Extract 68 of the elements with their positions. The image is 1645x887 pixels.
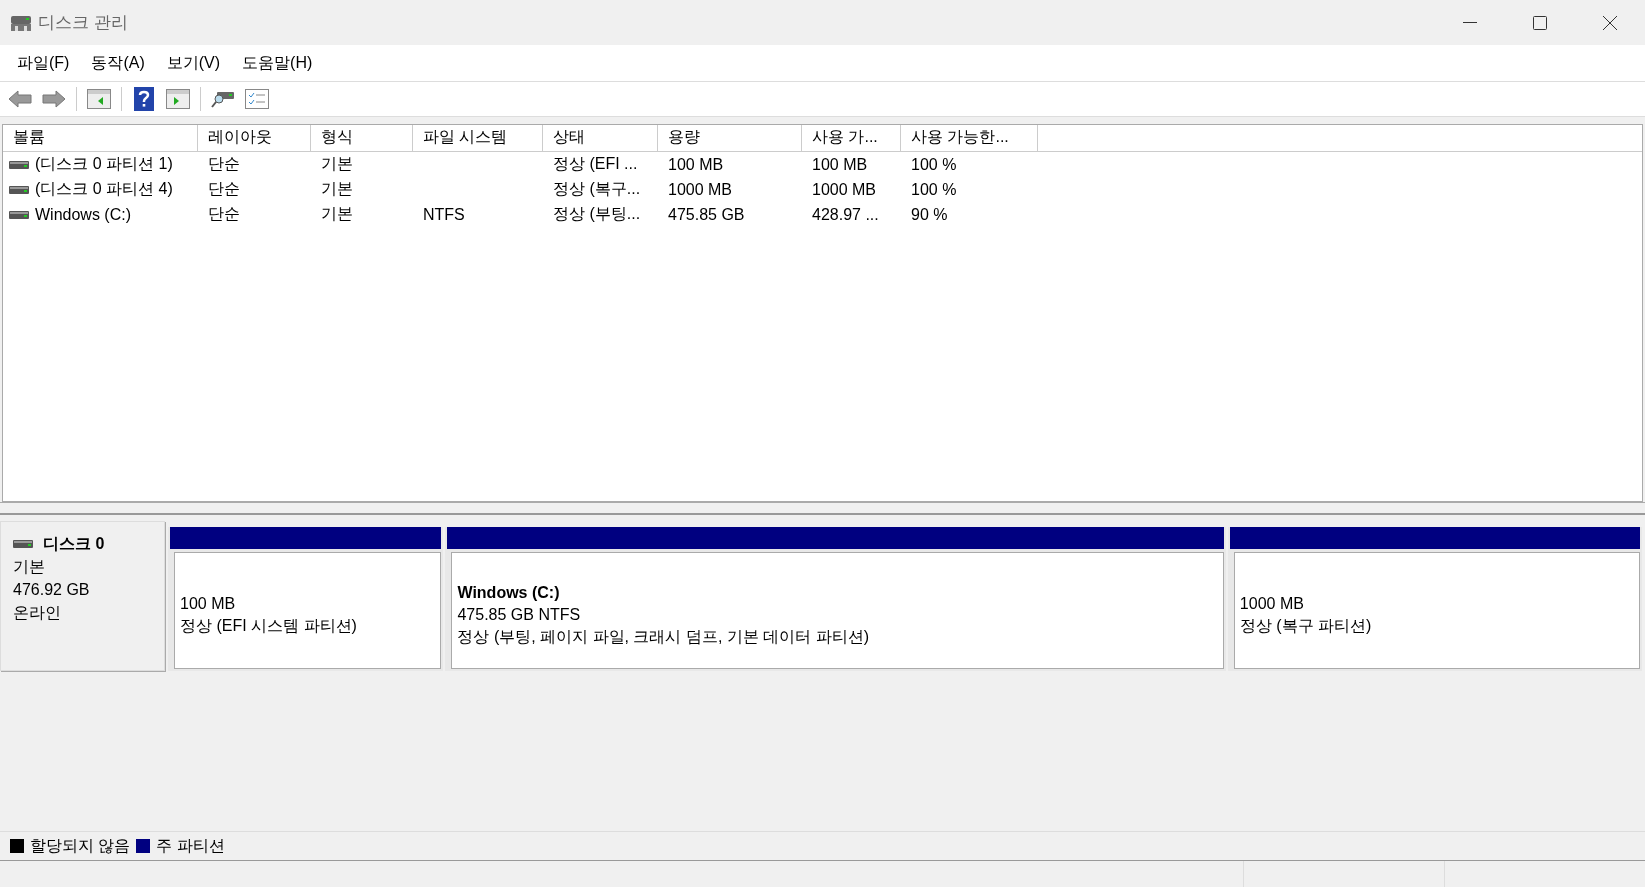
panel-icon [166,89,190,109]
left-arrow-icon [8,90,32,108]
partition-block[interactable]: 1000 MB 정상 (복구 파티션) [1233,552,1640,669]
table-cell-text: (디스크 0 파티션 4) [35,179,173,199]
right-arrow-icon [42,90,66,108]
column-header[interactable]: 상태 [543,125,658,151]
partition-size: 1000 MB [1239,593,1305,614]
disk-label-panel[interactable]: 디스크 0 기본 476.92 GB 온라인 [0,521,165,671]
table-cell-text: 기본 [321,154,353,174]
partition-title: Windows (C:) [457,582,561,603]
table-cell-text: 기본 [321,204,353,224]
drive-icon [9,159,29,170]
drive-magnifier-icon [211,89,235,109]
table-cell: 1000 MB [812,180,877,199]
table-cell-text: 단순 [208,204,240,224]
partition-status: 정상 (복구 파티션) [1239,615,1373,636]
menu-item[interactable]: 보기(V) [155,52,232,74]
disk-name: 디스크 0 [43,534,105,554]
disk-type: 기본 [13,557,46,577]
table-cell: 100 MB [812,155,868,174]
menu-item[interactable]: 동작(A) [80,52,156,74]
minimize-icon [1463,21,1477,24]
table-cell: 1000 MB [668,180,733,199]
disk-management-icon [10,13,32,32]
close-icon [1603,15,1617,30]
column-header[interactable]: 레이아웃 [198,125,311,151]
drive-icon [13,538,33,549]
column-header[interactable]: 사용 가능한... [901,125,1038,151]
table-cell-text: 정상 (복구... [553,179,641,199]
table-cell: 428.97 ... [812,205,879,224]
column-header[interactable]: 볼륨 [3,125,198,151]
table-cell: 100 % [911,155,957,174]
partition-status: 정상 (부팅, 페이지 파일, 크래시 덤프, 기본 데이터 파티션) [457,626,870,647]
pane-splitter[interactable] [0,502,1645,515]
legend-label: 주 파티션 [156,835,225,856]
disk-size: 476.92 GB [13,580,91,600]
table-cell: Windows (C:) [35,205,131,224]
menu-item[interactable]: 파일(F) [6,52,81,74]
help-icon [134,87,154,111]
table-cell: 475.85 GB [668,205,745,224]
table-cell: NTFS [423,205,465,224]
table-cell-text: 기본 [321,179,353,199]
table-cell-text: 정상 (EFI ... [553,154,638,174]
menu-item[interactable]: 도움말(H) [231,52,324,74]
table-cell-text: 단순 [208,179,240,199]
partition-block[interactable]: Windows (C:) 475.85 GB NTFS 정상 (부팅, 페이지 파일, 크래시 덤프, 기본 데이터 파티션) [451,552,1224,669]
drive-icon [9,209,29,220]
column-header[interactable]: 형식 [311,125,413,151]
legend-label: 할당되지 않음 [30,835,131,856]
checklist-icon [245,89,269,109]
partition-block[interactable]: 100 MB 정상 (EFI 시스템 파티션) [174,552,442,669]
partition-size: 475.85 GB NTFS [457,604,582,625]
window-title: 디스크 관리 [38,12,128,34]
column-header[interactable]: 사용 가... [802,125,901,151]
column-header[interactable]: 파일 시스템 [413,125,543,151]
maximize-icon [1533,15,1547,30]
drive-icon [9,184,29,195]
disk-status: 온라인 [13,603,62,623]
column-header[interactable]: 용량 [658,125,802,151]
table-cell: 100 MB [668,155,724,174]
partition-size: 100 MB [180,593,237,614]
table-cell-text: (디스크 0 파티션 1) [35,154,173,174]
table-cell: 100 % [911,180,957,199]
table-cell-text: 단순 [208,154,240,174]
table-cell-text: 정상 (부팅... [553,204,641,224]
partition-status: 정상 (EFI 시스템 파티션) [180,615,358,636]
table-cell: 90 % [911,205,948,224]
panel-icon [87,89,111,109]
